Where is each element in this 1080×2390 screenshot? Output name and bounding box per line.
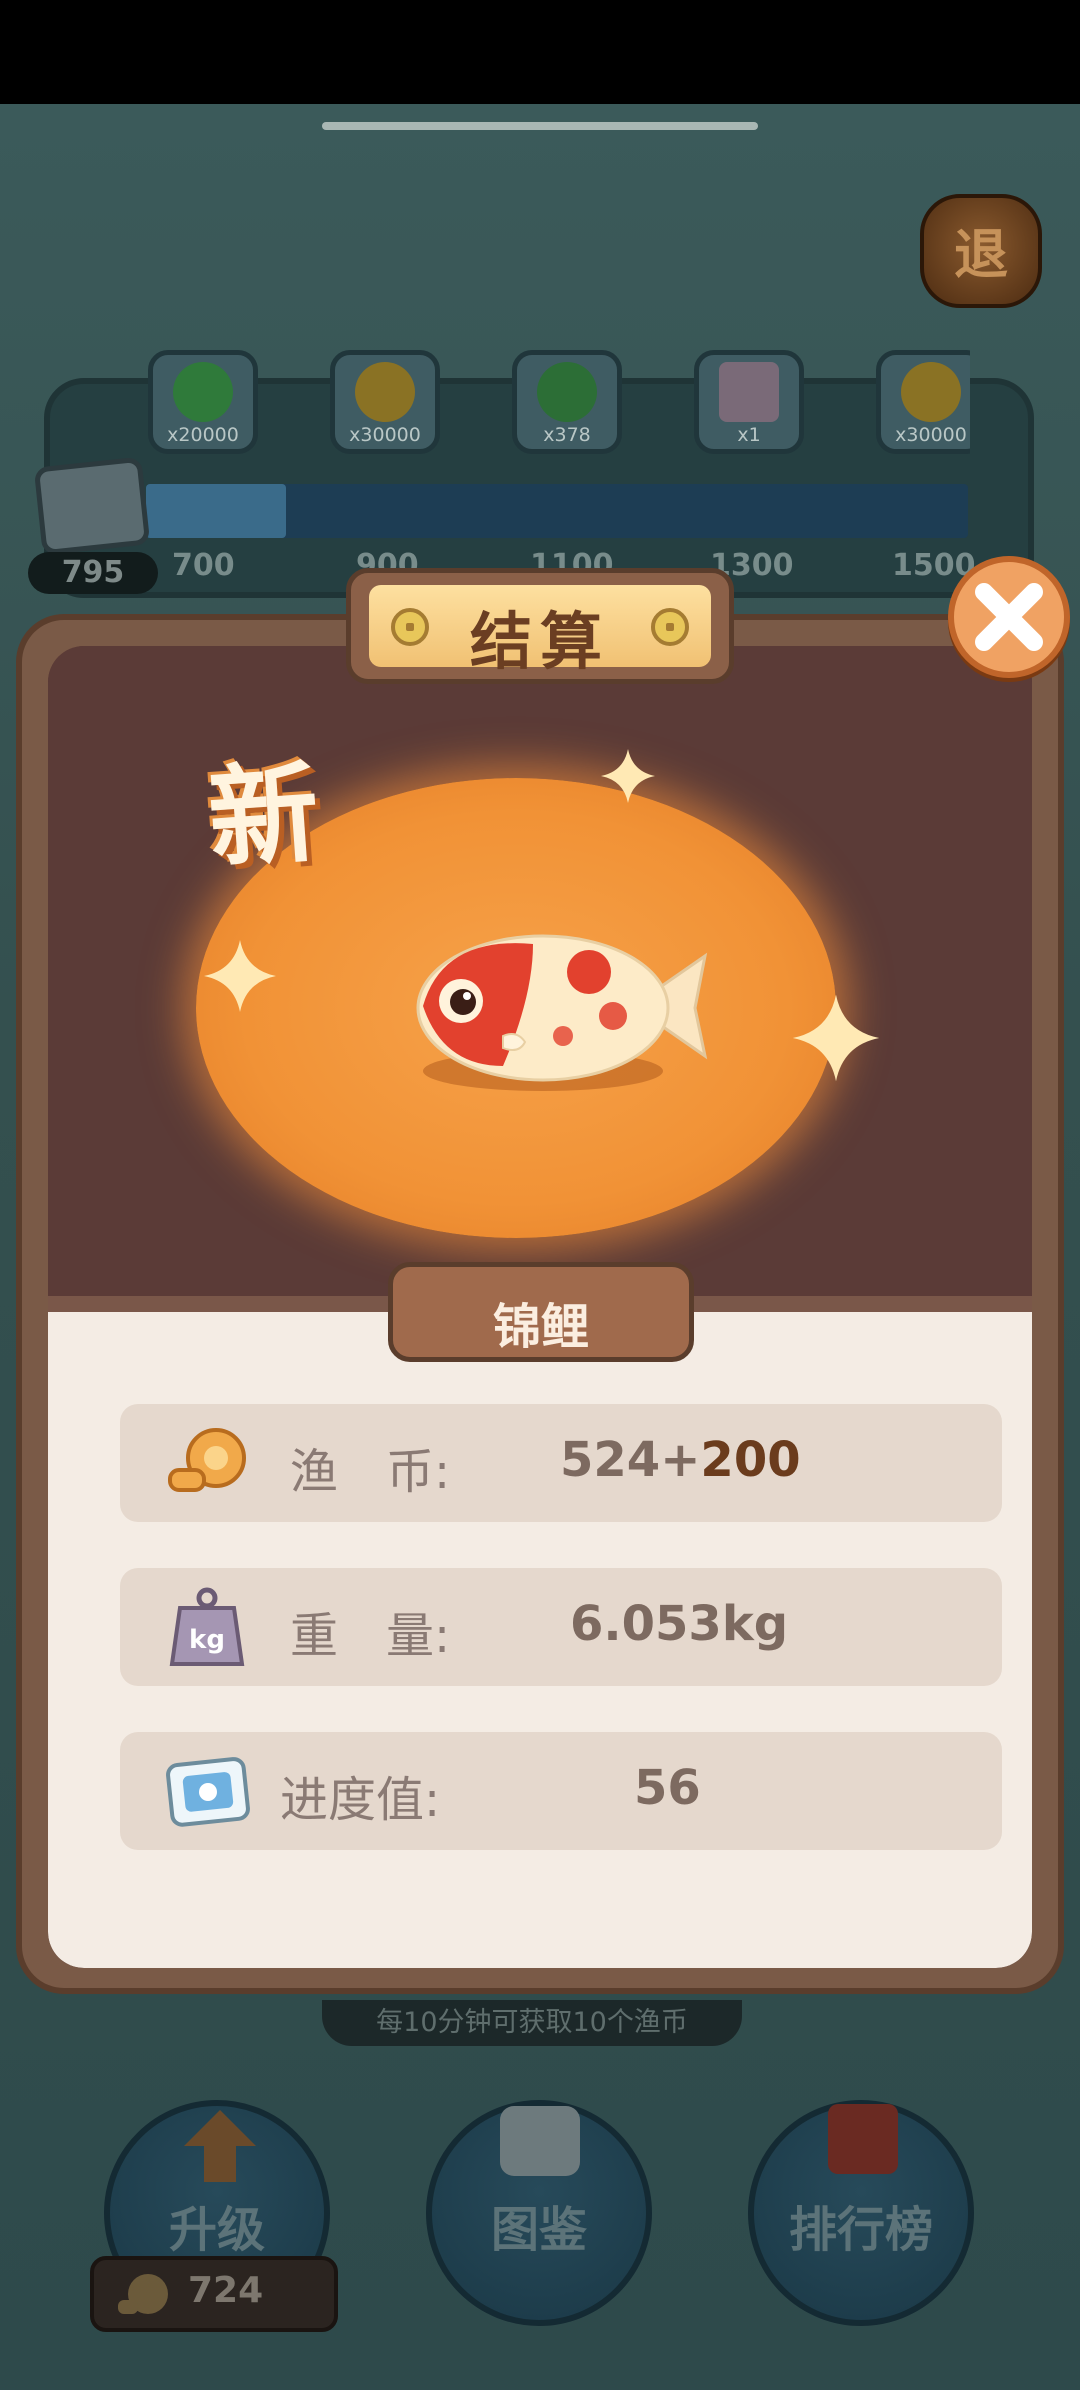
reward-qty: x378	[543, 424, 591, 446]
sparkle-icon	[601, 749, 655, 803]
reward-item[interactable]: x20000	[148, 350, 258, 462]
progress-fill	[146, 484, 286, 538]
current-score-value: 795	[61, 555, 125, 590]
hint-text: 每10分钟可获取10个渔币	[376, 2007, 688, 2038]
coin-icon	[901, 362, 961, 422]
encyclopedia-button[interactable]: 图鉴	[426, 2100, 652, 2326]
sparkle-icon	[204, 940, 276, 1012]
reward-qty: x20000	[167, 424, 239, 446]
coin-reward-row: 渔 币: 524+200	[120, 1404, 1002, 1522]
home-indicator[interactable]	[322, 122, 758, 130]
progress-value-row: 进度值: 56	[120, 1732, 1002, 1850]
close-icon	[975, 583, 1043, 651]
sparkle-icon	[792, 994, 880, 1082]
progress-value-label: 进度值:	[280, 1772, 441, 1828]
progress-card-icon	[166, 1757, 250, 1827]
hint-bar: 每10分钟可获取10个渔币	[322, 2000, 742, 2046]
reward-item[interactable]: x378	[512, 350, 622, 462]
bait-icon	[537, 362, 597, 422]
koi-fish-icon	[416, 934, 708, 1091]
info-area: 渔 币: 524+200 kg 重 量: 6.053kg 进度值: 56	[48, 1312, 1032, 1968]
progress-card-icon	[33, 456, 151, 556]
check-icon	[173, 362, 233, 422]
weight-value: 6.053kg	[570, 1596, 789, 1652]
reward-qty: x30000	[895, 424, 967, 446]
upgrade-arrow-icon	[184, 2110, 256, 2182]
coin-icon	[355, 362, 415, 422]
reward-item[interactable]: x30000	[876, 350, 970, 462]
milestone-label: 700	[172, 548, 235, 583]
progress-track	[146, 484, 968, 538]
current-score: 795	[28, 552, 158, 594]
reward-qty: x1	[737, 424, 761, 446]
character-card-icon	[719, 362, 779, 422]
encyclopedia-icon	[500, 2106, 580, 2176]
leaderboard-label: 排行榜	[788, 2202, 933, 2258]
fish-name: 锦鲤	[492, 1299, 589, 1355]
coin-base-value: 524+	[560, 1432, 701, 1488]
fish-coin-icon	[118, 2274, 168, 2314]
fish-showcase: 新	[48, 646, 1032, 1312]
result-title: 结算	[469, 605, 610, 678]
exit-label: 退	[954, 223, 1008, 286]
progress-value: 56	[634, 1760, 701, 1816]
reward-item[interactable]: x1	[694, 350, 804, 462]
upgrade-label: 升级	[168, 2202, 265, 2258]
new-badge: 新	[204, 747, 324, 884]
reward-qty: x30000	[349, 424, 421, 446]
coin-value: 524+200	[560, 1432, 801, 1488]
status-bar	[0, 0, 1080, 104]
coin-balance-value: 724	[188, 2270, 264, 2311]
leaderboard-icon	[828, 2104, 898, 2174]
reward-item[interactable]: x30000	[330, 350, 440, 462]
weight-label: 重 量:	[290, 1608, 451, 1664]
svg-text:kg: kg	[189, 1625, 225, 1655]
coin-bonus-value: 200	[700, 1432, 801, 1488]
encyclopedia-label: 图鉴	[490, 2202, 587, 2258]
close-button[interactable]	[948, 556, 1070, 678]
weight-kg-icon: kg	[169, 1587, 245, 1666]
fish-name-plaque: 锦鲤	[388, 1262, 694, 1362]
exit-button[interactable]: 退	[920, 186, 1042, 316]
weight-row: kg 重 量: 6.053kg	[120, 1568, 1002, 1686]
result-title-plaque: 结算	[346, 568, 734, 684]
fish-coin-icon	[168, 1428, 246, 1492]
leaderboard-button[interactable]: 排行榜	[748, 2100, 974, 2326]
coin-balance: 724	[90, 2256, 338, 2332]
coin-label: 渔 币:	[290, 1444, 451, 1500]
